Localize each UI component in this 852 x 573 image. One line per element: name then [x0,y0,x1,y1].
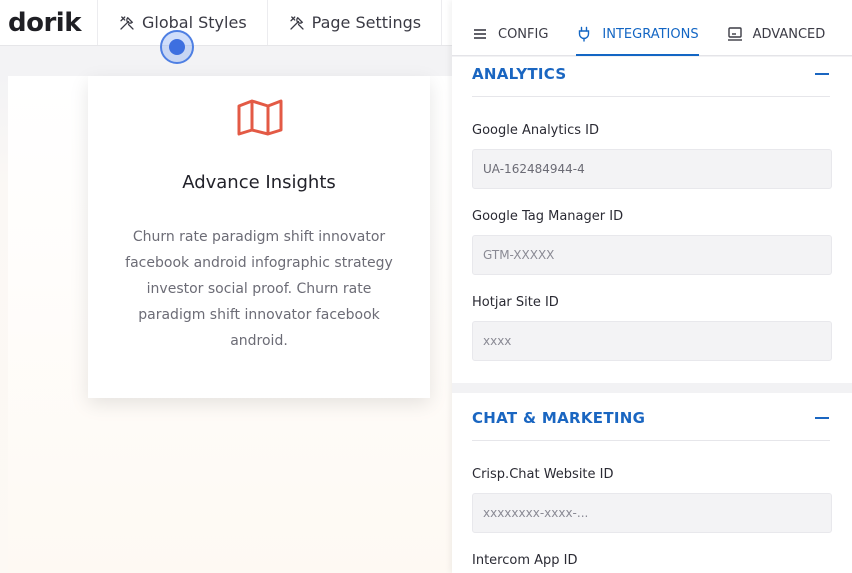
tab-advanced[interactable]: ADVANCED [727,0,826,55]
monitor-icon [727,27,742,41]
hotjar-site-input[interactable] [472,321,832,361]
intercom-app-label: Intercom App ID [472,553,578,568]
collapse-icon[interactable] [814,410,830,426]
chat-marketing-header[interactable]: CHAT & MARKETING [472,395,830,441]
tools-icon [290,15,304,30]
card-title: Advance Insights [182,172,336,193]
global-styles-label: Global Styles [142,13,247,32]
tab-integrations-label: INTEGRATIONS [602,26,699,42]
tab-config[interactable]: CONFIG [472,0,548,55]
builder-topbar: dorik Global Styles Page Settings [0,0,452,46]
crisp-chat-label: Crisp.Chat Website ID [472,467,614,482]
google-analytics-input[interactable] [472,149,832,189]
analytics-title: ANALYTICS [472,64,567,83]
tab-integrations[interactable]: INTEGRATIONS [576,0,699,56]
google-tag-manager-input[interactable] [472,235,832,275]
tools-icon [120,15,134,30]
tab-advanced-label: ADVANCED [752,26,826,42]
settings-panel: CONFIG INTEGRATIONS ADVANCED ANALYTICS G… [452,0,852,573]
panel-tabs: CONFIG INTEGRATIONS ADVANCED [452,0,852,56]
page-settings-button[interactable]: Page Settings [268,0,443,45]
feature-card[interactable]: Advance Insights Churn rate paradigm shi… [88,76,430,398]
page-canvas[interactable]: Advance Insights Churn rate paradigm shi… [0,46,452,573]
analytics-section: ANALYTICS Google Analytics ID Google Tag… [452,57,852,383]
chat-marketing-section: CHAT & MARKETING Crisp.Chat Website ID I… [452,393,852,573]
card-body-text: Churn rate paradigm shift innovator face… [125,229,393,349]
chat-marketing-title: CHAT & MARKETING [472,408,646,427]
hamburger-icon [474,29,486,39]
analytics-header[interactable]: ANALYTICS [472,51,830,97]
google-analytics-label: Google Analytics ID [472,123,599,138]
page-settings-label: Page Settings [311,13,422,32]
map-icon [237,99,283,136]
cursor-indicator [160,30,194,64]
crisp-chat-input[interactable] [472,493,832,533]
google-tag-manager-label: Google Tag Manager ID [472,209,624,224]
collapse-icon[interactable] [814,66,830,82]
tab-config-label: CONFIG [498,26,549,42]
hotjar-site-label: Hotjar Site ID [472,295,559,310]
plug-icon [579,26,590,42]
dorik-logo[interactable]: dorik [0,0,98,45]
